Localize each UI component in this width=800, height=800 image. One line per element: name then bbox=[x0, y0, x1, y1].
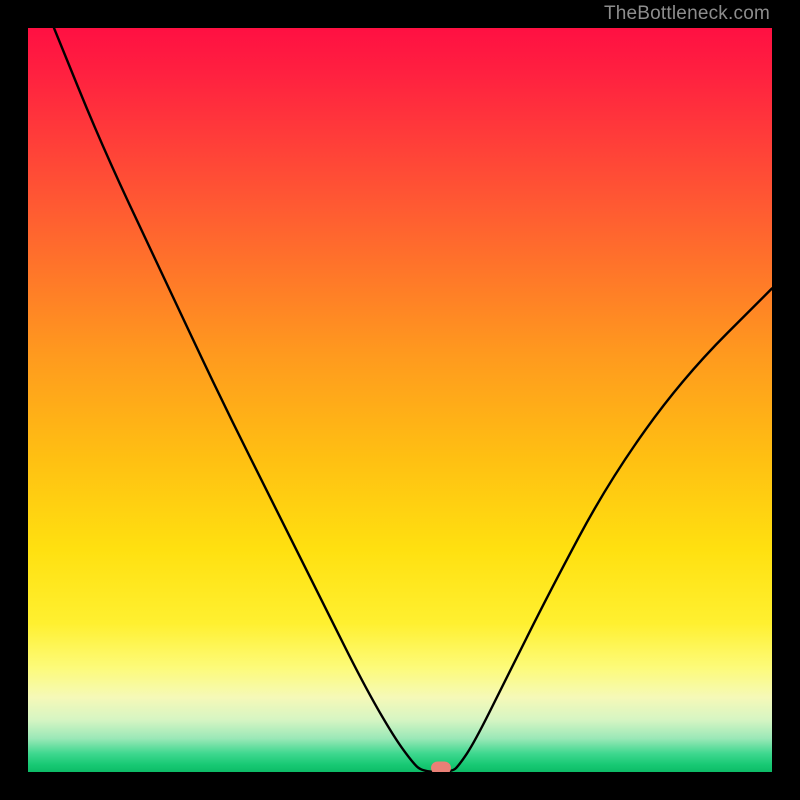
optimal-point-marker bbox=[431, 762, 451, 773]
chart-frame: TheBottleneck.com bbox=[0, 0, 800, 800]
watermark-text: TheBottleneck.com bbox=[604, 3, 770, 25]
plot-area bbox=[28, 28, 772, 772]
bottleneck-curve bbox=[28, 28, 772, 772]
